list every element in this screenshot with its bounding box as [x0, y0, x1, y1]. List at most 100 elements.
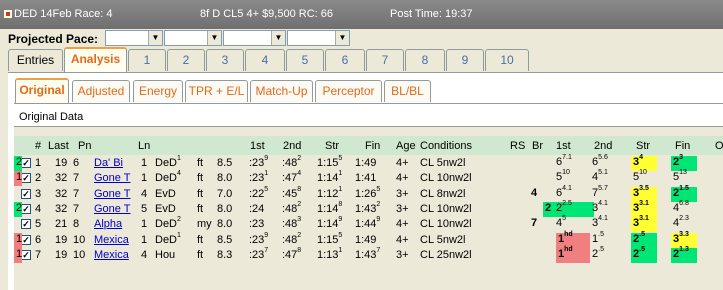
subtab-tpr-el[interactable]: TPR + E/L	[185, 80, 248, 102]
row-conditions: CL 25nw2l	[420, 248, 472, 261]
row-str: 1:121	[317, 185, 343, 200]
tab-1[interactable]: 1	[128, 49, 166, 71]
tab-entries[interactable]: Entries	[8, 49, 63, 71]
col-bstr[interactable]: Str	[636, 140, 650, 152]
col-b1st[interactable]: 1st	[556, 140, 571, 152]
subtab-match-up[interactable]: Match-Up	[250, 80, 313, 102]
tab-3[interactable]: 3	[206, 49, 244, 71]
col-fin[interactable]: Fin	[365, 140, 380, 152]
row-checkbox[interactable]: ✓	[21, 188, 31, 199]
row-checkbox[interactable]: ✓	[21, 203, 31, 214]
tab-7[interactable]: 7	[366, 49, 404, 71]
row-fin: 1:437	[355, 246, 381, 261]
row-age: 3+	[396, 202, 409, 215]
col-num[interactable]: #	[35, 140, 41, 152]
row-bstr: 2.5	[631, 246, 657, 263]
pace-select-2[interactable]: ▼	[164, 30, 222, 46]
col-bfin[interactable]: Fin	[675, 140, 690, 152]
tab-8[interactable]: 8	[405, 49, 445, 71]
col-1st[interactable]: 1st	[250, 140, 265, 152]
row-checkbox[interactable]: ✓	[21, 219, 31, 230]
table-row[interactable]: ✓ 7 19 10 Mexica 4 Hou ft 8.3:237:478 1:131 1:437 3…	[14, 246, 723, 263]
row-checkbox[interactable]: ✓	[21, 173, 31, 184]
row-conditions: CL 5nw2l	[420, 157, 466, 169]
col-conditions[interactable]: Conditions	[420, 140, 472, 152]
table-row[interactable]: ✓ 5 21 8 Alpha 1 DeD2 my 8.0:23:483 1:149 1:449 4+ C…	[14, 215, 723, 233]
pace-select-3[interactable]: ▼	[223, 30, 286, 46]
row-fin: 1:432	[355, 200, 381, 215]
tab-9[interactable]: 9	[446, 49, 484, 71]
pace-select-4[interactable]: ▼	[287, 30, 350, 46]
tab-analysis[interactable]: Analysis	[64, 47, 127, 72]
section-label: Original Data	[19, 111, 84, 123]
subtab-bl-bl[interactable]: BL/BL	[384, 80, 431, 102]
row-pn: 10	[73, 233, 86, 246]
table-row[interactable]: ✓ 6 19 10 Mexica 1 DeD1 ft 8.5:239:482 1:155 1:49 4…	[14, 231, 723, 248]
row-age: 3+	[396, 248, 409, 261]
row-rs: 1	[14, 171, 23, 187]
row-num: 6	[35, 233, 42, 246]
tab-4[interactable]: 4	[245, 49, 285, 71]
dropdown-arrow-icon: ▼	[335, 31, 349, 45]
horse-name-link[interactable]: Gone T	[94, 203, 131, 215]
row-checkbox[interactable]: ✓	[21, 249, 31, 260]
row-dist: 8.3	[217, 248, 233, 261]
tab-5[interactable]: 5	[286, 49, 324, 71]
row-pn: 7	[73, 172, 80, 185]
horse-name-link[interactable]: Gone T	[94, 188, 131, 200]
horse-name-link[interactable]: Mexica	[94, 249, 129, 261]
horse-name-link[interactable]: Da' Bi	[94, 157, 123, 169]
table-row[interactable]: ✓ 2 32 7 Gone T 1 DeD4 ft 8.0:231:474 1:141 1:41 4+…	[14, 169, 723, 187]
row-ln: 1	[141, 218, 148, 231]
row-2nd: :478	[282, 246, 302, 261]
tab-2[interactable]: 2	[167, 49, 205, 71]
horse-name-link[interactable]: Alpha	[94, 218, 122, 230]
tab-6[interactable]: 6	[325, 49, 365, 71]
table-row[interactable]: ✓ 3 32 7 Gone T 4 EvD ft 7.0:225:458 1:121 1:265 3+…	[14, 185, 723, 202]
row-2nd: :482	[282, 200, 302, 215]
row-last: 21	[55, 218, 68, 231]
row-age: 3+	[396, 187, 409, 200]
row-checkbox[interactable]: ✓	[21, 158, 31, 168]
row-1st: :23	[249, 218, 265, 231]
col-o[interactable]: O	[715, 140, 723, 152]
row-str: 1:155	[317, 155, 343, 169]
row-dist: 8.0	[217, 218, 233, 231]
col-age[interactable]: Age	[396, 140, 416, 152]
col-str[interactable]: Str	[325, 140, 339, 152]
col-br[interactable]: Br	[532, 140, 543, 152]
horse-name-link[interactable]: Gone T	[94, 172, 131, 184]
subtab-adjusted[interactable]: Adjusted	[72, 80, 130, 102]
col-pn[interactable]: Pn	[78, 140, 91, 152]
row-rs: 2	[14, 156, 23, 171]
row-last: 32	[55, 202, 68, 215]
col-ln[interactable]: Ln	[138, 140, 150, 152]
row-str: 1:149	[317, 216, 343, 231]
row-age: 4+	[396, 172, 409, 185]
row-conditions: CL 10nw2l	[420, 172, 472, 185]
pace-select-1[interactable]: ▼	[105, 30, 163, 46]
table-row[interactable]: ✓ 4 32 7 Gone T 5 EvD ft 8.0:24:482 1:148 1:432 3+ C…	[14, 200, 723, 217]
horse-name-link[interactable]: Mexica	[94, 234, 129, 246]
row-conditions: CL 10nw2l	[420, 218, 472, 231]
col-2nd[interactable]: 2nd	[283, 140, 301, 152]
table-row[interactable]: ✓ 1 19 6 Da' Bi 1 DeD1 ft 8.5:239:482 1:155 1:49 4+…	[14, 154, 723, 171]
row-last: 19	[55, 233, 68, 246]
row-conditions: CL 5nw2l	[420, 233, 466, 246]
col-last[interactable]: Last	[48, 140, 69, 152]
row-cond: ft	[197, 248, 204, 261]
row-2nd: :458	[282, 185, 302, 200]
subtab-original[interactable]: Original	[15, 78, 69, 103]
tab-10[interactable]: 10	[485, 49, 529, 71]
row-b1st: 45	[556, 215, 567, 230]
col-b2nd[interactable]: 2nd	[594, 140, 612, 152]
row-track: EvD	[155, 202, 176, 215]
row-fin: 1:449	[355, 216, 381, 231]
subtab-energy[interactable]: Energy	[133, 80, 183, 102]
row-dist: 8.5	[217, 157, 233, 169]
col-rs[interactable]: RS	[510, 140, 525, 152]
subtab-perceptor[interactable]: Perceptor	[315, 80, 382, 102]
row-checkbox[interactable]: ✓	[21, 234, 31, 245]
row-dist: 7.0	[217, 187, 233, 200]
row-1st: :239	[249, 155, 269, 169]
